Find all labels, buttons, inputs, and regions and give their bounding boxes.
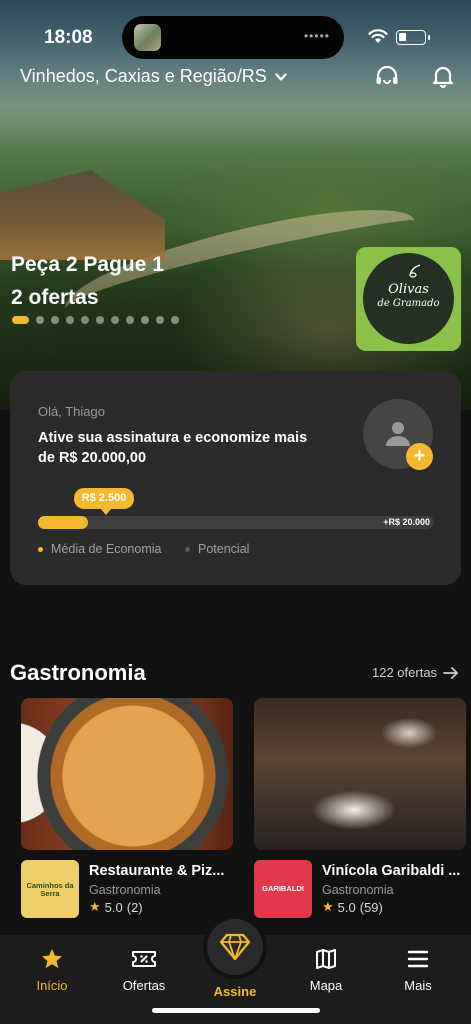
partner-logo-card[interactable]: Olivas de Gramado (356, 247, 461, 351)
now-playing-thumbnail (134, 24, 161, 51)
partner-logo: GARIBALDI (254, 860, 312, 918)
tab-label-assine: Assine (213, 984, 257, 999)
bell-icon[interactable] (430, 63, 456, 89)
partner-logo-text: Olivas de Gramado (377, 282, 440, 309)
carousel-dot[interactable] (141, 316, 149, 324)
carousel-dot[interactable] (171, 316, 179, 324)
region-selector[interactable]: Vinhedos, Caxias e Região/RS (20, 66, 287, 87)
status-time: 18:08 (44, 27, 93, 48)
greeting-text: Olá, Thiago (38, 404, 105, 419)
rating-value: 5.0 (104, 899, 123, 915)
legend-potential: Potencial (185, 542, 249, 556)
offer-category: Gastronomia (322, 883, 394, 897)
promo-offer-count: 2 ofertas (11, 286, 99, 309)
subscription-cta-text: Ative sua assinatura e economize mais de… (38, 430, 308, 466)
tab-mais[interactable]: Mais (378, 947, 458, 993)
review-count: (2) (126, 899, 143, 915)
map-icon (316, 949, 336, 969)
subscribe-button[interactable] (207, 919, 263, 975)
carousel-dot[interactable] (51, 316, 59, 324)
home-indicator (152, 1008, 320, 1013)
review-count: (59) (359, 899, 383, 915)
rating-value: 5.0 (337, 899, 356, 915)
carousel-dot[interactable] (126, 316, 134, 324)
tab-label-ofertas: Ofertas (122, 978, 166, 993)
carousel-dot[interactable] (81, 316, 89, 324)
savings-progress-bar: +R$ 20.000 (38, 516, 434, 529)
dynamic-island: ••••• (122, 16, 344, 59)
offer-name: Restaurante & Piz... (89, 863, 225, 879)
see-all-offers-link[interactable]: 122 ofertas (372, 665, 459, 680)
partner-logo: Caminhos da Serra (21, 860, 79, 918)
tab-ofertas[interactable]: Ofertas (104, 947, 184, 993)
region-label: Vinhedos, Caxias e Região/RS (20, 66, 267, 86)
menu-icon (407, 950, 429, 968)
tab-mapa[interactable]: Mapa (286, 947, 366, 993)
offers-count-label: 122 ofertas (372, 665, 438, 680)
tab-label-mapa: Mapa (309, 978, 343, 993)
carousel-indicator[interactable] (12, 316, 179, 324)
tab-label-mais: Mais (404, 978, 432, 993)
star-icon: ★ (89, 899, 101, 914)
star-icon (42, 949, 62, 968)
legend-label-potential: Potencial (198, 542, 250, 556)
savings-card[interactable]: Olá, Thiago Ative sua assinatura e econo… (10, 371, 461, 585)
carousel-dot[interactable] (66, 316, 74, 324)
diamond-icon (219, 933, 251, 961)
offer-category: Gastronomia (89, 883, 161, 897)
offer-image (21, 698, 233, 850)
offer-rating: ★ 5.0 (59) (322, 899, 383, 915)
section-title: Gastronomia (10, 660, 146, 685)
ticket-icon (132, 951, 156, 967)
legend-label-average: Média de Economia (51, 542, 162, 556)
offer-rating: ★ 5.0 (2) (89, 899, 143, 915)
tab-inicio[interactable]: Início (12, 947, 92, 993)
tab-label-inicio: Início (36, 978, 68, 993)
add-photo-button[interactable]: + (406, 443, 433, 470)
average-savings-badge: R$ 2.500 (74, 488, 134, 509)
potential-savings-value: +R$ 20.000 (383, 517, 430, 527)
island-indicator: ••••• (303, 29, 330, 43)
wifi-icon (368, 29, 388, 43)
carousel-dot[interactable] (12, 316, 29, 324)
chevron-down-icon (275, 72, 287, 81)
battery-icon (396, 30, 426, 45)
badge-pointer (100, 508, 112, 515)
star-icon: ★ (322, 899, 334, 914)
carousel-dot[interactable] (111, 316, 119, 324)
carousel-dot[interactable] (36, 316, 44, 324)
legend-average: Média de Economia (38, 542, 161, 556)
savings-progress-fill (38, 516, 88, 529)
arrow-right-icon (443, 666, 458, 679)
carousel-dot[interactable] (96, 316, 104, 324)
tab-assine[interactable] (203, 915, 267, 979)
promo-title: Peça 2 Pague 1 (11, 253, 164, 276)
user-icon (386, 422, 410, 446)
carousel-dot[interactable] (156, 316, 164, 324)
partner-logo: Olivas de Gramado (363, 253, 454, 344)
legend-dot-average (38, 546, 43, 552)
offer-image (254, 698, 466, 850)
olive-icon (409, 264, 421, 278)
battery-cap (428, 35, 430, 40)
offer-name: Vinícola Garibaldi ... (322, 863, 461, 879)
legend-dot-potential (185, 546, 190, 552)
support-headset-icon[interactable] (374, 63, 400, 89)
